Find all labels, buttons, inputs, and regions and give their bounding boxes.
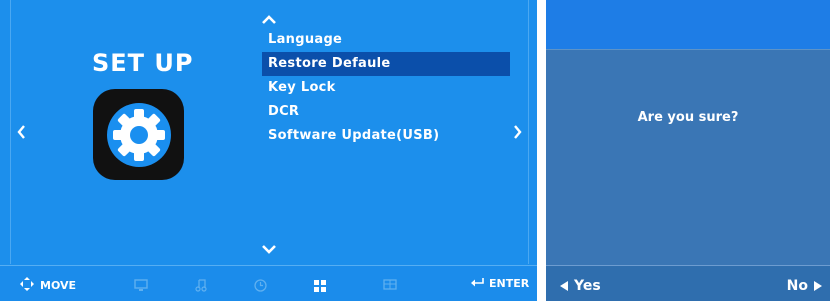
- move-label: MOVE: [40, 279, 77, 292]
- clock-icon[interactable]: [254, 277, 267, 296]
- no-label: No: [786, 278, 808, 294]
- gear-icon: [93, 89, 184, 180]
- setup-title: SET UP: [92, 49, 194, 77]
- menu-item-restore-default[interactable]: Restore Defaule: [262, 52, 510, 76]
- setup-menu-list: Language Restore Defaule Key Lock DCR So…: [262, 28, 510, 148]
- enter-label: ENTER: [489, 277, 530, 290]
- scroll-down-arrow[interactable]: [262, 240, 276, 258]
- scroll-up-arrow[interactable]: [262, 10, 276, 28]
- menu-item-key-lock[interactable]: Key Lock: [262, 76, 510, 100]
- dialog-footer: Yes No: [546, 265, 830, 301]
- move-hint: MOVE: [20, 277, 76, 294]
- enter-hint: ENTER: [471, 277, 529, 290]
- menu-item-software-update[interactable]: Software Update(USB): [262, 124, 510, 148]
- dialog-message: Are you sure?: [637, 110, 739, 125]
- left-triangle-icon: [560, 281, 568, 291]
- menu-item-language[interactable]: Language: [262, 28, 510, 52]
- move-dpad-icon: [20, 277, 34, 294]
- grid-icon[interactable]: [314, 277, 326, 296]
- setup-menu-panel: SET UP Language Restore Defaule Key Lock…: [0, 0, 537, 301]
- bottom-nav-bar: MOVE ENTER: [0, 265, 537, 301]
- dialog-header: [546, 0, 830, 50]
- yes-button[interactable]: Yes: [560, 278, 601, 294]
- no-button[interactable]: No: [787, 278, 822, 294]
- music-icon[interactable]: [195, 277, 207, 296]
- enter-return-icon: [471, 277, 485, 290]
- yes-label: Yes: [574, 278, 601, 294]
- previous-page-arrow[interactable]: [17, 125, 25, 143]
- picture-icon[interactable]: [383, 277, 397, 296]
- menu-item-dcr[interactable]: DCR: [262, 100, 510, 124]
- confirm-dialog: Are you sure? Yes No: [546, 0, 830, 301]
- monitor-icon[interactable]: [134, 277, 148, 296]
- right-triangle-icon: [814, 281, 822, 291]
- next-page-arrow[interactable]: [514, 125, 522, 143]
